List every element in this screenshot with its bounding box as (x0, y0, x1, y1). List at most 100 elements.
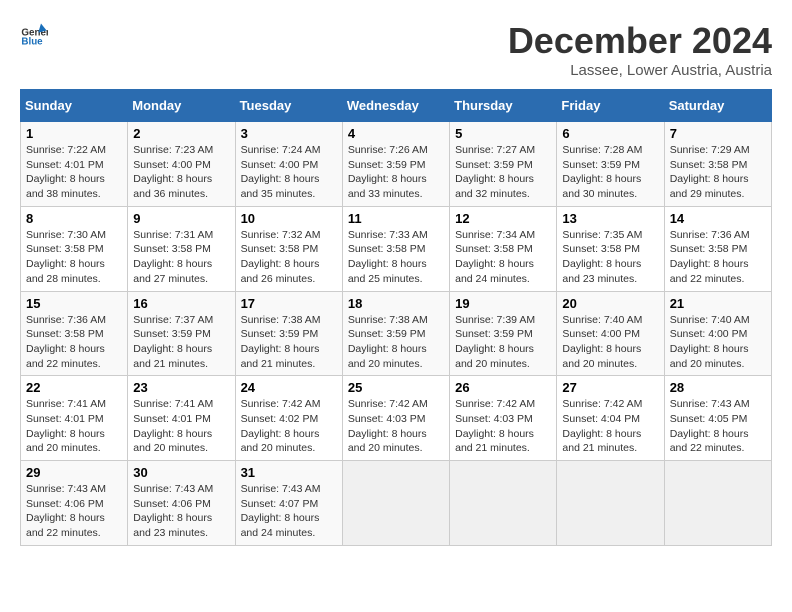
header: General Blue December 2024 Lassee, Lower… (20, 20, 772, 79)
table-row: 23Sunrise: 7:41 AM Sunset: 4:01 PM Dayli… (128, 376, 235, 461)
day-number: 30 (133, 465, 229, 480)
table-row: 20Sunrise: 7:40 AM Sunset: 4:00 PM Dayli… (557, 291, 664, 376)
week-row: 22Sunrise: 7:41 AM Sunset: 4:01 PM Dayli… (21, 376, 772, 461)
table-row: 17Sunrise: 7:38 AM Sunset: 3:59 PM Dayli… (235, 291, 342, 376)
day-number: 16 (133, 296, 229, 311)
day-info: Sunrise: 7:37 AM Sunset: 3:59 PM Dayligh… (133, 313, 229, 372)
day-number: 6 (562, 126, 658, 141)
calendar-table: SundayMondayTuesdayWednesdayThursdayFrid… (20, 89, 772, 546)
day-info: Sunrise: 7:34 AM Sunset: 3:58 PM Dayligh… (455, 228, 551, 287)
day-info: Sunrise: 7:40 AM Sunset: 4:00 PM Dayligh… (670, 313, 766, 372)
day-info: Sunrise: 7:23 AM Sunset: 4:00 PM Dayligh… (133, 143, 229, 202)
table-row (557, 461, 664, 546)
table-row: 13Sunrise: 7:35 AM Sunset: 3:58 PM Dayli… (557, 206, 664, 291)
week-row: 15Sunrise: 7:36 AM Sunset: 3:58 PM Dayli… (21, 291, 772, 376)
day-info: Sunrise: 7:43 AM Sunset: 4:06 PM Dayligh… (133, 482, 229, 541)
day-info: Sunrise: 7:31 AM Sunset: 3:58 PM Dayligh… (133, 228, 229, 287)
day-info: Sunrise: 7:27 AM Sunset: 3:59 PM Dayligh… (455, 143, 551, 202)
day-number: 19 (455, 296, 551, 311)
day-number: 31 (241, 465, 337, 480)
day-info: Sunrise: 7:32 AM Sunset: 3:58 PM Dayligh… (241, 228, 337, 287)
col-header-wednesday: Wednesday (342, 90, 449, 122)
day-info: Sunrise: 7:42 AM Sunset: 4:03 PM Dayligh… (348, 397, 444, 456)
table-row: 10 Sunrise: 7:32 AM Sunset: 3:58 PM Dayli… (235, 206, 342, 291)
col-header-tuesday: Tuesday (235, 90, 342, 122)
table-row: 30 Sunrise: 7:43 AM Sunset: 4:06 PM Dayli… (128, 461, 235, 546)
day-number: 25 (348, 380, 444, 395)
day-number: 14 (670, 211, 766, 226)
col-header-saturday: Saturday (664, 90, 771, 122)
table-row: 28 Sunrise: 7:43 AM Sunset: 4:05 PM Dayli… (664, 376, 771, 461)
table-row: 8Sunrise: 7:30 AM Sunset: 3:58 PM Daylig… (21, 206, 128, 291)
table-row (342, 461, 449, 546)
day-number: 11 (348, 211, 444, 226)
day-number: 3 (241, 126, 337, 141)
week-row: 29 Sunrise: 7:43 AM Sunset: 4:06 PM Dayli… (21, 461, 772, 546)
table-row: 14 Sunrise: 7:36 AM Sunset: 3:58 PM Dayli… (664, 206, 771, 291)
day-info: Sunrise: 7:30 AM Sunset: 3:58 PM Dayligh… (26, 228, 122, 287)
day-number: 17 (241, 296, 337, 311)
day-info: Sunrise: 7:26 AM Sunset: 3:59 PM Dayligh… (348, 143, 444, 202)
table-row: 16 Sunrise: 7:37 AM Sunset: 3:59 PM Dayli… (128, 291, 235, 376)
day-info: Sunrise: 7:43 AM Sunset: 4:05 PM Dayligh… (670, 397, 766, 456)
table-row: 18 Sunrise: 7:38 AM Sunset: 3:59 PM Dayli… (342, 291, 449, 376)
table-row (450, 461, 557, 546)
day-number: 28 (670, 380, 766, 395)
table-row: 29 Sunrise: 7:43 AM Sunset: 4:06 PM Dayli… (21, 461, 128, 546)
table-row: 3 Sunrise: 7:24 AM Sunset: 4:00 PM Daylig… (235, 122, 342, 207)
logo: General Blue (20, 20, 48, 48)
table-row: 1 Sunrise: 7:22 AM Sunset: 4:01 PM Daylig… (21, 122, 128, 207)
col-header-thursday: Thursday (450, 90, 557, 122)
title-area: December 2024 Lassee, Lower Austria, Aus… (508, 20, 772, 79)
table-row: 11 Sunrise: 7:33 AM Sunset: 3:58 PM Dayli… (342, 206, 449, 291)
day-info: Sunrise: 7:36 AM Sunset: 3:58 PM Dayligh… (670, 228, 766, 287)
day-number: 27 (562, 380, 658, 395)
day-info: Sunrise: 7:24 AM Sunset: 4:00 PM Dayligh… (241, 143, 337, 202)
table-row: 2 Sunrise: 7:23 AM Sunset: 4:00 PM Daylig… (128, 122, 235, 207)
header-row: SundayMondayTuesdayWednesdayThursdayFrid… (21, 90, 772, 122)
col-header-monday: Monday (128, 90, 235, 122)
day-info: Sunrise: 7:42 AM Sunset: 4:03 PM Dayligh… (455, 397, 551, 456)
table-row: 27Sunrise: 7:42 AM Sunset: 4:04 PM Dayli… (557, 376, 664, 461)
day-number: 10 (241, 211, 337, 226)
day-number: 26 (455, 380, 551, 395)
table-row: 31 Sunrise: 7:43 AM Sunset: 4:07 PM Dayli… (235, 461, 342, 546)
table-row: 15Sunrise: 7:36 AM Sunset: 3:58 PM Dayli… (21, 291, 128, 376)
table-row: 24 Sunrise: 7:42 AM Sunset: 4:02 PM Dayli… (235, 376, 342, 461)
location-title: Lassee, Lower Austria, Austria (508, 62, 772, 79)
day-info: Sunrise: 7:22 AM Sunset: 4:01 PM Dayligh… (26, 143, 122, 202)
day-info: Sunrise: 7:42 AM Sunset: 4:02 PM Dayligh… (241, 397, 337, 456)
day-info: Sunrise: 7:41 AM Sunset: 4:01 PM Dayligh… (133, 397, 229, 456)
day-number: 12 (455, 211, 551, 226)
table-row: 25 Sunrise: 7:42 AM Sunset: 4:03 PM Dayli… (342, 376, 449, 461)
logo-icon: General Blue (20, 20, 48, 48)
week-row: 1 Sunrise: 7:22 AM Sunset: 4:01 PM Daylig… (21, 122, 772, 207)
table-row: 7Sunrise: 7:29 AM Sunset: 3:58 PM Daylig… (664, 122, 771, 207)
day-number: 2 (133, 126, 229, 141)
day-number: 5 (455, 126, 551, 141)
day-number: 20 (562, 296, 658, 311)
day-number: 15 (26, 296, 122, 311)
col-header-sunday: Sunday (21, 90, 128, 122)
week-row: 8Sunrise: 7:30 AM Sunset: 3:58 PM Daylig… (21, 206, 772, 291)
day-info: Sunrise: 7:43 AM Sunset: 4:06 PM Dayligh… (26, 482, 122, 541)
day-info: Sunrise: 7:33 AM Sunset: 3:58 PM Dayligh… (348, 228, 444, 287)
month-title: December 2024 (508, 20, 772, 62)
day-number: 13 (562, 211, 658, 226)
day-number: 29 (26, 465, 122, 480)
table-row: 5 Sunrise: 7:27 AM Sunset: 3:59 PM Daylig… (450, 122, 557, 207)
day-number: 9 (133, 211, 229, 226)
day-number: 24 (241, 380, 337, 395)
day-number: 18 (348, 296, 444, 311)
day-info: Sunrise: 7:39 AM Sunset: 3:59 PM Dayligh… (455, 313, 551, 372)
day-number: 1 (26, 126, 122, 141)
day-number: 4 (348, 126, 444, 141)
table-row: 22Sunrise: 7:41 AM Sunset: 4:01 PM Dayli… (21, 376, 128, 461)
day-number: 21 (670, 296, 766, 311)
table-row (664, 461, 771, 546)
table-row: 21 Sunrise: 7:40 AM Sunset: 4:00 PM Dayli… (664, 291, 771, 376)
table-row: 26 Sunrise: 7:42 AM Sunset: 4:03 PM Dayli… (450, 376, 557, 461)
day-info: Sunrise: 7:43 AM Sunset: 4:07 PM Dayligh… (241, 482, 337, 541)
day-info: Sunrise: 7:28 AM Sunset: 3:59 PM Dayligh… (562, 143, 658, 202)
day-info: Sunrise: 7:38 AM Sunset: 3:59 PM Dayligh… (348, 313, 444, 372)
